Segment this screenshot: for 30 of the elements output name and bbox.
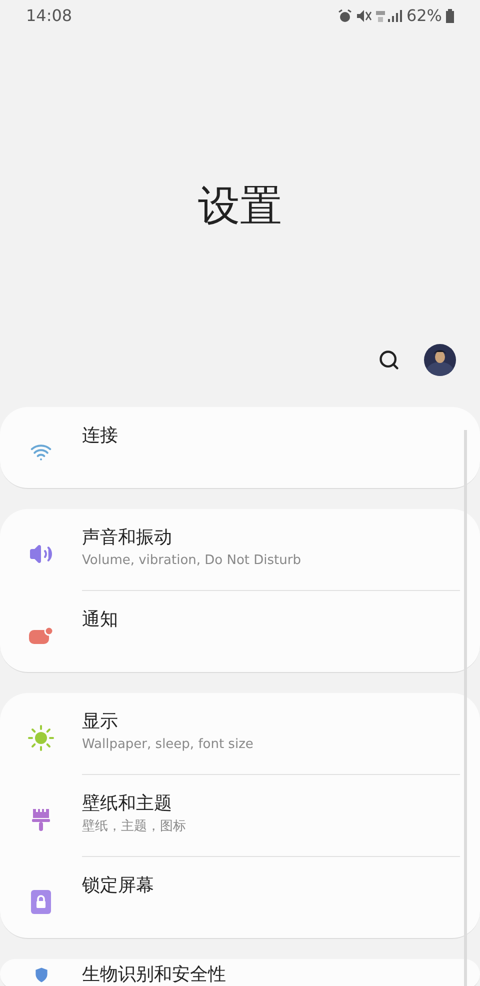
settings-item[interactable]: 声音和振动 Volume, vibration, Do Not Disturb [0, 509, 480, 590]
battery-percent: 62% [406, 5, 442, 27]
search-icon[interactable] [378, 349, 400, 371]
item-title: 通知 [82, 608, 118, 632]
item-subtitle: Wallpaper, sleep, font size [82, 736, 254, 754]
item-title: 连接 [82, 424, 118, 448]
settings-item[interactable]: 锁定屏幕 [0, 857, 480, 938]
alarm-icon [338, 9, 352, 23]
lock-icon [30, 888, 52, 914]
item-subtitle: Volume, vibration, Do Not Disturb [82, 552, 301, 570]
item-title: 显示 [82, 710, 119, 734]
item-subtitle: 壁纸，主题，图标 [82, 818, 186, 836]
item-title: 声音和振动 [82, 526, 173, 550]
paintbrush-icon [31, 806, 51, 832]
settings-item[interactable]: 生物识别和安全性 [0, 959, 480, 986]
notification-icon [28, 626, 54, 646]
settings-item[interactable]: 壁纸和主题 壁纸，主题，图标 [0, 775, 480, 856]
page-title: 设置 [198, 180, 282, 232]
settings-item[interactable]: 显示 Wallpaper, sleep, font size [0, 693, 480, 774]
item-title: 锁定屏幕 [82, 874, 154, 898]
item-title: 壁纸和主题 [82, 792, 173, 816]
shield-icon [34, 967, 48, 983]
item-title: 生物识别和安全性 [82, 965, 226, 985]
sun-icon [27, 724, 55, 752]
mute-icon [356, 9, 372, 23]
signal-icon [376, 9, 402, 23]
settings-item[interactable]: 通知 [0, 591, 480, 672]
battery-icon [446, 9, 454, 23]
status-time: 14:08 [26, 5, 72, 27]
settings-item[interactable]: 连接 [0, 407, 480, 488]
